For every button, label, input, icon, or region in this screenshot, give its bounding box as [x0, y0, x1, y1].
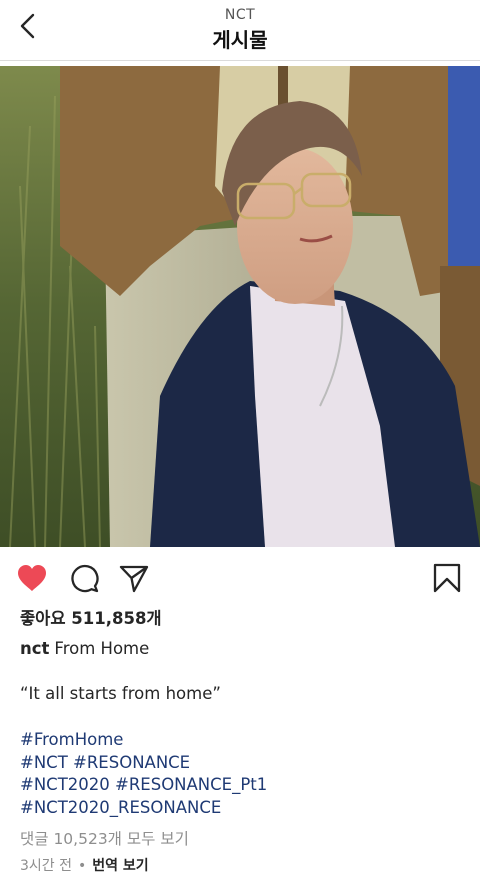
hashtag-line[interactable]: #NCT #RESONANCE [20, 752, 460, 775]
like-button[interactable] [16, 562, 48, 594]
hashtag-line[interactable]: #NCT2020 #RESONANCE_Pt1 [20, 774, 460, 797]
bookmark-icon [431, 562, 463, 594]
post-meta: 3시간 전 • 번역 보기 [20, 855, 460, 876]
view-all-comments-link[interactable]: 댓글 10,523개 모두 보기 [20, 828, 460, 850]
hashtag-list: #FromHome #NCT #RESONANCE #NCT2020 #RESO… [20, 729, 460, 819]
caption-quote: “It all starts from home” [20, 684, 221, 703]
meta-separator: • [78, 858, 87, 874]
caption-text: From Home [54, 639, 150, 658]
save-button[interactable] [431, 562, 463, 594]
hashtag-line[interactable]: #FromHome [20, 729, 460, 752]
post-action-bar [0, 556, 480, 600]
see-translation-link[interactable]: 번역 보기 [92, 858, 148, 874]
hashtag-line[interactable]: #NCT2020_RESONANCE [20, 797, 460, 820]
comment-bubble-icon [68, 562, 100, 594]
comment-button[interactable] [68, 562, 100, 594]
caption-username[interactable]: nct [20, 639, 49, 658]
send-paper-plane-icon [118, 562, 150, 594]
post-image[interactable] [0, 66, 480, 547]
caption: nct From Home [20, 638, 460, 660]
heart-filled-icon [16, 562, 48, 594]
page-title: 게시물 [212, 28, 268, 52]
share-button[interactable] [118, 562, 150, 594]
timestamp: 3시간 전 [20, 858, 72, 874]
likes-count[interactable]: 좋아요 511,858개 [20, 608, 460, 630]
account-name[interactable]: NCT [0, 7, 480, 23]
top-nav-bar: NCT 게시물 [0, 0, 480, 61]
post-screen: NCT 게시물 좋아요 511,858개 nct From Home “It a… [0, 0, 480, 876]
